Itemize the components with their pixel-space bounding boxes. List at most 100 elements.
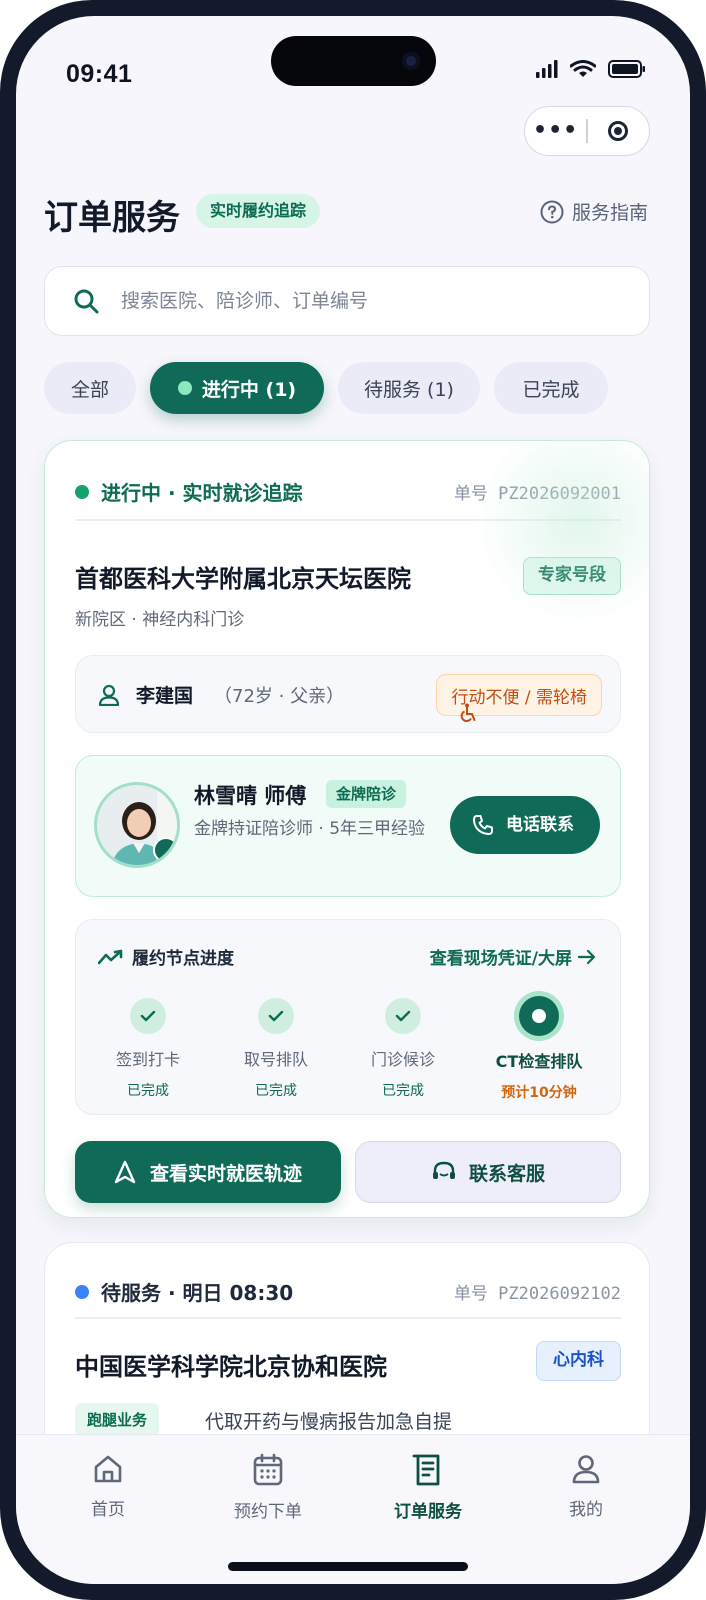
tab-all[interactable]: 全部 [44, 362, 136, 414]
realtime-badge: 实时履约追踪 [196, 194, 321, 228]
status-dot-icon [75, 484, 89, 499]
step-label: 门诊候诊 [370, 1050, 435, 1069]
signal-icon [536, 60, 558, 78]
step-ct-queue: CT检查排队 预计10分钟 [469, 996, 609, 1102]
page-title: 订单服务 [44, 198, 180, 238]
nav-home-label: 首页 [91, 1500, 125, 1520]
escort-description: 金牌持证陪诊师 · 5年三甲经验 [194, 819, 426, 839]
search-bar [44, 266, 650, 336]
search-input[interactable] [121, 290, 581, 312]
nav-orders[interactable]: 订单服务 [358, 1453, 498, 1522]
service-guide-label: 服务指南 [571, 202, 648, 224]
tab-in-progress-label: 进行中 (1) [201, 378, 297, 401]
status-dot-icon [75, 1284, 89, 1299]
service-guide-link[interactable]: 服务指南 [540, 198, 648, 225]
close-miniapp-button[interactable] [588, 121, 649, 141]
step-waiting: 门诊候诊 已完成 [343, 998, 463, 1100]
view-onsite-proof-link[interactable]: 查看现场凭证/大屏 [430, 944, 596, 969]
calendar-icon [253, 1453, 283, 1486]
phone-icon [473, 815, 493, 835]
more-button[interactable]: ••• [525, 106, 586, 156]
expert-slot-tag: 专家号段 [523, 557, 621, 595]
errand-description: 代取开药与慢病报告加急自提 [205, 1411, 453, 1433]
nav-booking[interactable]: 预约下单 [198, 1453, 338, 1522]
nav-profile-label: 我的 [569, 1500, 603, 1520]
record-icon [608, 121, 629, 141]
progress-title: 履约节点进度 [98, 944, 234, 969]
hospital-name: 中国医学科学院北京协和医院 [75, 1353, 387, 1381]
progress-title-label: 履约节点进度 [132, 949, 234, 969]
tab-in-progress[interactable]: 进行中 (1) [150, 362, 324, 414]
status-icons [536, 60, 646, 78]
check-icon [130, 998, 166, 1034]
nav-orders-label: 订单服务 [394, 1502, 462, 1522]
step-status: 已完成 [127, 1083, 169, 1099]
screen: 09:41 ••• 订单服务 实时履约追踪 服务指南 全部 进行中 (1) [16, 16, 690, 1584]
user-icon [98, 684, 120, 706]
view-onsite-proof-label: 查看现场凭证/大屏 [429, 949, 572, 969]
battery-icon [608, 60, 645, 78]
track-route-label: 查看实时就医轨迹 [149, 1162, 302, 1185]
step-status: 已完成 [382, 1083, 424, 1099]
divider [75, 1317, 621, 1319]
hospital-name: 首都医科大学附属北京天坛医院 [75, 565, 411, 593]
arrow-right-icon [578, 949, 596, 964]
order-status-label: 待服务 · 明日 08:30 [101, 1281, 294, 1305]
home-icon [94, 1455, 122, 1483]
order-card-in-progress[interactable]: 进行中 · 实时就诊追踪 单号 PZ2026092001 首都医科大学附属北京天… [44, 440, 650, 1218]
call-escort-label: 电话联系 [506, 815, 574, 835]
step-label: 取号排队 [243, 1050, 308, 1069]
active-dot-icon [177, 381, 192, 395]
divider [75, 519, 621, 521]
tab-completed[interactable]: 已完成 [494, 362, 608, 414]
step-label: 签到打卡 [115, 1050, 180, 1069]
gold-escort-badge: 金牌陪诊 [326, 780, 407, 808]
track-route-button[interactable]: 查看实时就医轨迹 [75, 1141, 341, 1203]
tab-completed-label: 已完成 [522, 378, 580, 401]
escort-avatar [94, 782, 180, 868]
phone-frame: 09:41 ••• 订单服务 实时履约追踪 服务指南 全部 进行中 (1) [0, 0, 706, 1600]
nav-home[interactable]: 首页 [38, 1453, 178, 1520]
wifi-icon [570, 60, 596, 77]
dynamic-island [271, 36, 436, 86]
home-indicator[interactable] [228, 1562, 468, 1571]
patient-info: 李建国 （72岁 · 父亲） 行动不便 / 需轮椅 [75, 655, 621, 733]
errand-tag: 跑腿业务 [75, 1403, 160, 1437]
order-number: 单号 PZ2026092102 [453, 1284, 621, 1304]
check-icon [258, 998, 294, 1034]
step-status: 已完成 [255, 1083, 297, 1099]
step-checkin: 签到打卡 已完成 [88, 998, 208, 1100]
wheelchair-icon [461, 703, 476, 722]
nav-booking-label: 预约下单 [234, 1502, 302, 1522]
order-status-label: 进行中 · 实时就诊追踪 [101, 481, 303, 505]
help-icon [540, 200, 564, 223]
fulfillment-progress: 履约节点进度 查看现场凭证/大屏 签到打卡 已完成 取号排队 已完成 门诊候诊 … [75, 919, 621, 1115]
trend-icon [98, 949, 123, 964]
step-label: CT检查排队 [495, 1052, 583, 1071]
call-escort-button[interactable]: 电话联系 [450, 796, 600, 854]
order-status: 待服务 · 明日 08:30 [75, 1277, 293, 1306]
navigation-icon [114, 1160, 136, 1184]
check-icon [385, 998, 421, 1034]
user-icon [572, 1455, 600, 1484]
headset-icon [432, 1161, 455, 1179]
receipt-icon [412, 1454, 440, 1486]
order-status: 进行中 · 实时就诊追踪 [75, 477, 303, 506]
patient-name: 李建国 [136, 685, 194, 707]
current-step-icon [519, 996, 559, 1036]
filter-tabs: 全部 进行中 (1) 待服务 (1) 已完成 [44, 362, 608, 414]
patient-relation: （72岁 · 父亲） [214, 686, 345, 707]
miniapp-capsule: ••• [524, 106, 650, 156]
step-queue-number: 取号排队 已完成 [216, 998, 336, 1100]
department-tag: 心内科 [536, 1341, 621, 1381]
tab-pending-label: 待服务 (1) [364, 378, 454, 401]
tab-pending[interactable]: 待服务 (1) [338, 362, 480, 414]
escort-card: 林雪晴 师傅 金牌陪诊 金牌持证陪诊师 · 5年三甲经验 电话联系 [75, 755, 621, 897]
mobility-warning-tag: 行动不便 / 需轮椅 [436, 674, 602, 722]
verified-icon [153, 837, 177, 863]
tab-all-label: 全部 [70, 378, 109, 401]
contact-support-button[interactable]: 联系客服 [355, 1141, 621, 1203]
escort-name: 林雪晴 师傅 [194, 784, 307, 808]
nav-profile[interactable]: 我的 [516, 1453, 656, 1520]
step-eta: 预计10分钟 [501, 1085, 577, 1101]
